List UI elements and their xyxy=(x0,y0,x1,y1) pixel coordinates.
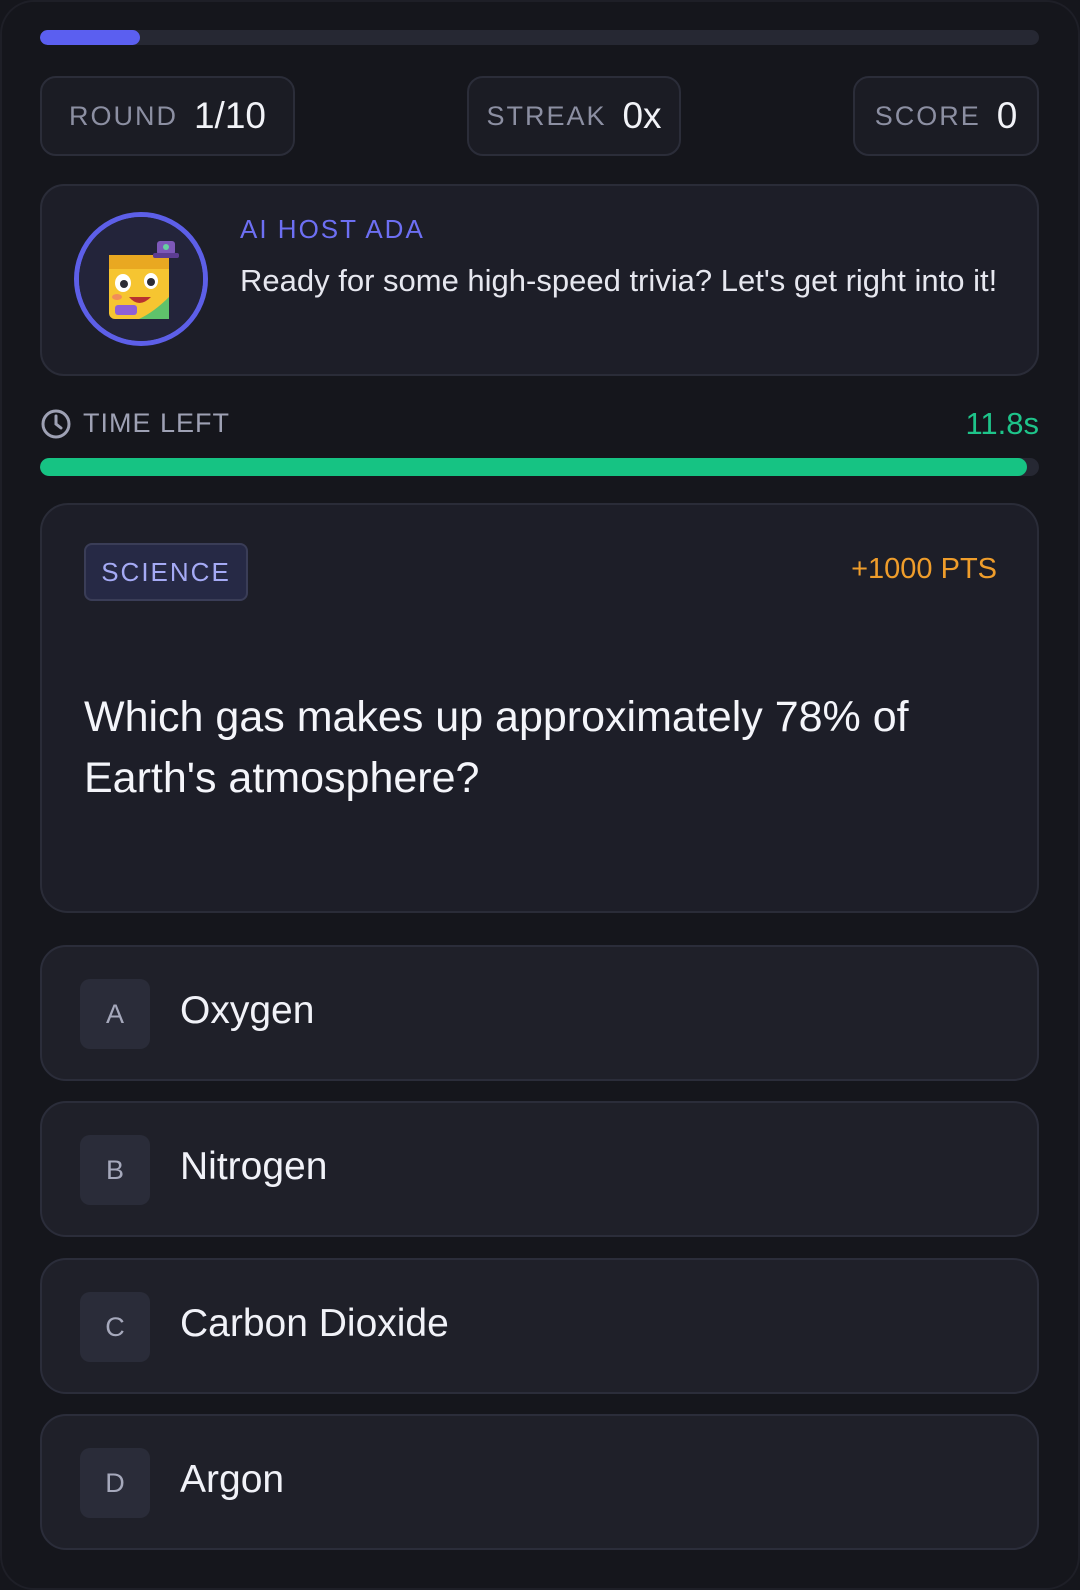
host-name: AI HOST ADA xyxy=(240,214,425,244)
timer-value: 11.8s xyxy=(965,406,1039,441)
answer-option-b[interactable]: B Nitrogen xyxy=(40,1101,1039,1237)
round-progress-fill xyxy=(40,30,140,45)
score-label: SCORE xyxy=(874,100,981,131)
host-message: Ready for some high-speed trivia? Let's … xyxy=(240,263,998,298)
host-avatar xyxy=(74,212,208,346)
timer-row: TIME LEFT 11.8s xyxy=(40,406,1039,441)
answer-option-a[interactable]: A Oxygen xyxy=(40,945,1039,1081)
score-value: 0 xyxy=(996,95,1018,136)
answer-text: Oxygen xyxy=(180,989,315,1032)
round-counter: ROUND 1/10 xyxy=(40,76,295,156)
answer-option-c[interactable]: C Carbon Dioxide xyxy=(40,1258,1039,1394)
question-text: Which gas makes up approximately 78% of … xyxy=(84,693,909,802)
timer-bar xyxy=(40,458,1039,476)
round-value: 1/10 xyxy=(193,95,266,136)
game-screen: ROUND 1/10 STREAK 0x SCORE 0 AI HOST ADA… xyxy=(0,0,1080,1590)
answer-text: Nitrogen xyxy=(180,1145,328,1188)
timer-bar-fill xyxy=(40,458,1027,476)
robot-mascot-icon xyxy=(79,217,203,341)
answer-letter: A xyxy=(80,979,150,1049)
answer-option-d[interactable]: D Argon xyxy=(40,1414,1039,1550)
question-card: SCIENCE +1000 PTS Which gas makes up app… xyxy=(40,503,1039,913)
answer-letter: B xyxy=(80,1135,150,1205)
answer-text: Argon xyxy=(180,1458,285,1501)
answer-letter: D xyxy=(80,1448,150,1518)
streak-counter: STREAK 0x xyxy=(467,76,681,156)
streak-value: 0x xyxy=(622,95,662,136)
category-badge: SCIENCE xyxy=(84,543,248,601)
streak-label: STREAK xyxy=(486,100,607,131)
timer-label: TIME LEFT xyxy=(83,408,231,438)
answer-text: Carbon Dioxide xyxy=(180,1302,449,1345)
host-card: AI HOST ADA Ready for some high-speed tr… xyxy=(40,184,1039,376)
round-progress-bar xyxy=(40,30,1039,45)
score-counter: SCORE 0 xyxy=(853,76,1039,156)
clock-icon xyxy=(41,409,71,439)
points-value: +1000 PTS xyxy=(851,553,997,585)
answer-letter: C xyxy=(80,1292,150,1362)
round-label: ROUND xyxy=(68,100,178,131)
